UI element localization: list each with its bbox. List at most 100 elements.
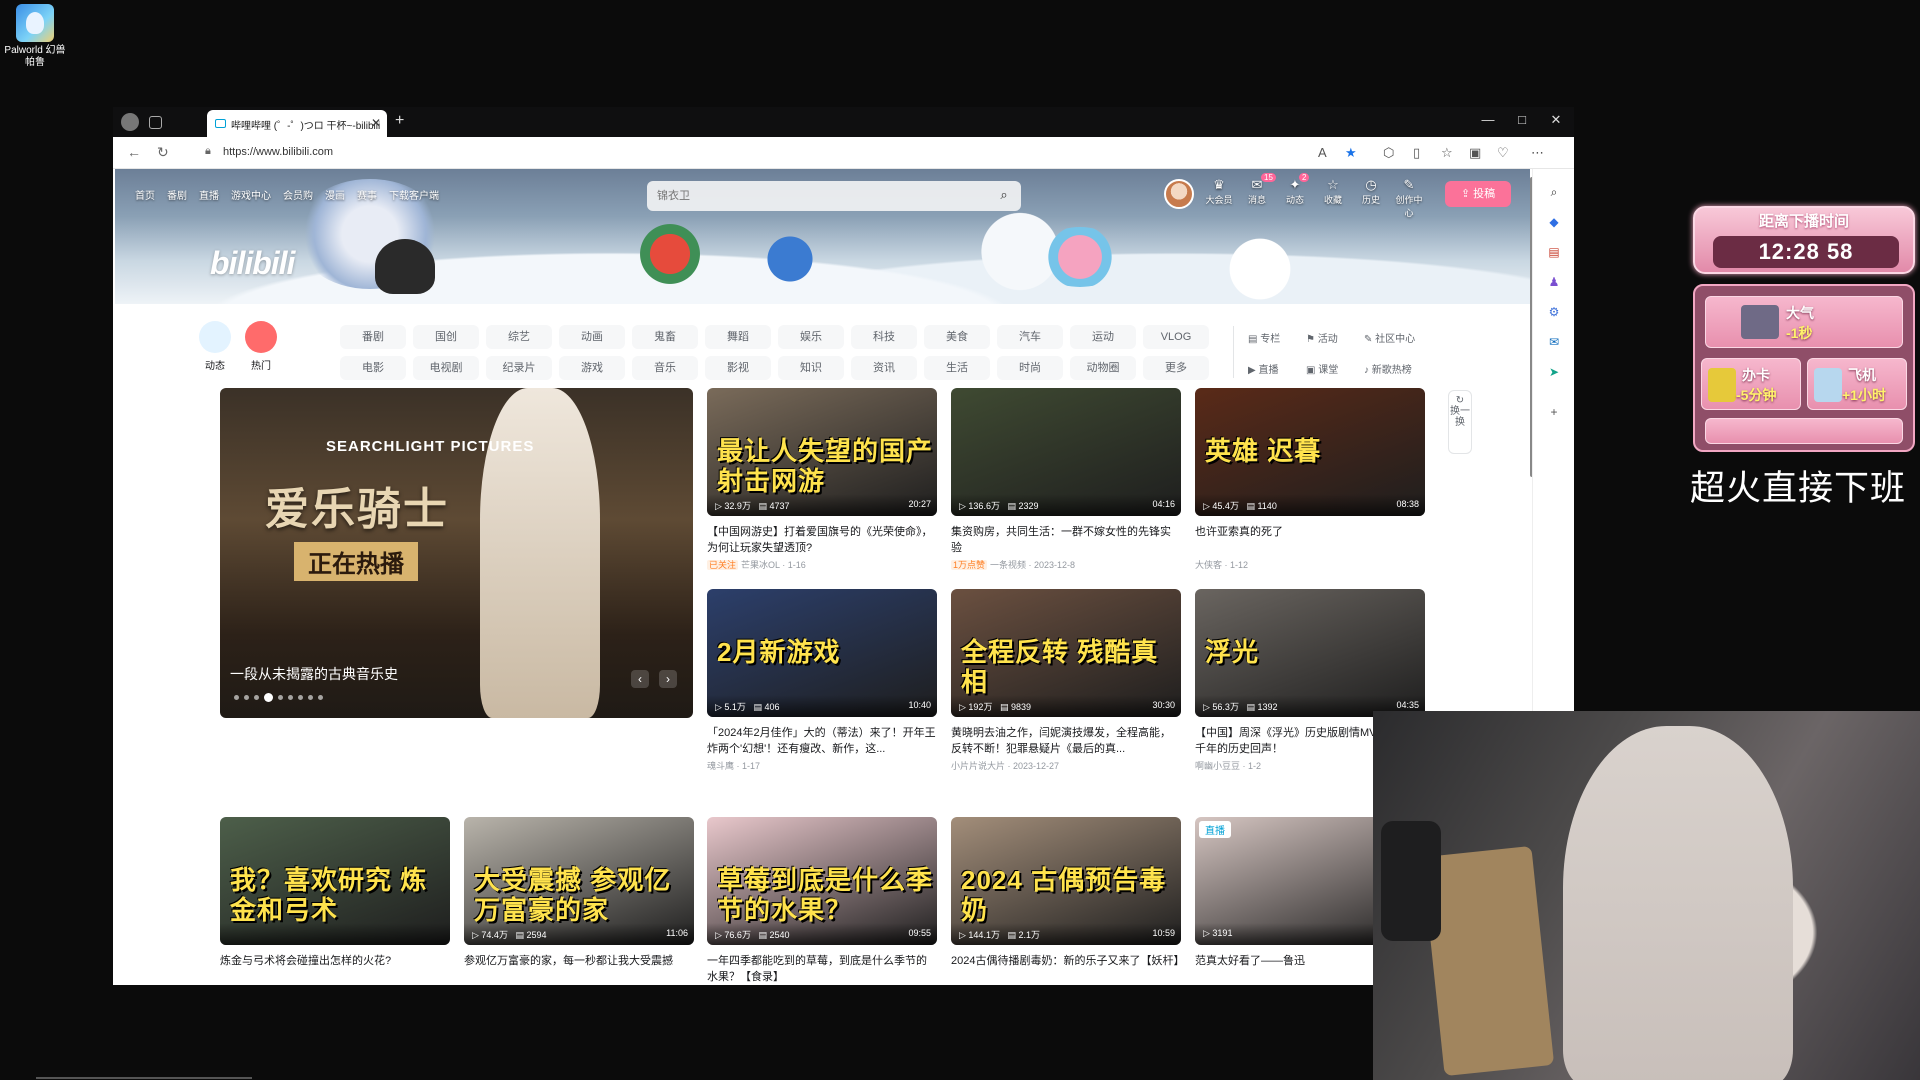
search-input[interactable] bbox=[657, 186, 977, 206]
channel-pill[interactable]: 时尚 bbox=[997, 356, 1063, 380]
channel-side-link[interactable]: ▤ 专栏 bbox=[1248, 330, 1280, 345]
channel-pill[interactable]: 汽车 bbox=[997, 325, 1063, 349]
performance-icon[interactable]: ♡ bbox=[1497, 145, 1509, 161]
carousel-dot[interactable] bbox=[244, 695, 249, 700]
video-uploader-line[interactable]: 大侠客 · 1-12 bbox=[1195, 558, 1425, 571]
search-icon[interactable]: ⌕ bbox=[995, 187, 1013, 205]
right-nav-消息[interactable]: ✉ 消息 15 bbox=[1243, 173, 1276, 219]
channel-pill[interactable]: 娱乐 bbox=[778, 325, 844, 349]
video-card[interactable]: 全程反转 残酷真相 ▷ 192万 ▤ 9839 30:30 黄晓明去油之作，闫妮演技爆… bbox=[951, 589, 1181, 772]
carousel-dot[interactable] bbox=[254, 695, 259, 700]
desktop-icon-palworld[interactable]: Palworld 幻兽帕鲁 bbox=[4, 4, 66, 69]
video-thumbnail[interactable]: 浮光 ▷ 56.3万 ▤ 1392 04:35 bbox=[1195, 589, 1425, 717]
avatar[interactable] bbox=[1164, 179, 1194, 209]
workspaces-icon[interactable] bbox=[149, 116, 162, 129]
top-nav-item[interactable]: 会员购 bbox=[283, 187, 313, 202]
channel-pill[interactable]: 电影 bbox=[340, 356, 406, 380]
channel-pill[interactable]: 运动 bbox=[1070, 325, 1136, 349]
channel-pill[interactable]: 更多 bbox=[1143, 356, 1209, 380]
tools-icon[interactable]: ⚙ bbox=[1545, 303, 1563, 321]
minimize-button[interactable]: — bbox=[1473, 112, 1503, 127]
video-title[interactable]: 参观亿万富豪的家，每一秒都让我大受震撼 bbox=[464, 953, 694, 985]
video-title[interactable]: 也许亚索真的死了 bbox=[1195, 524, 1425, 556]
top-nav-item[interactable]: 游戏中心 bbox=[231, 187, 271, 202]
video-thumbnail[interactable]: 英雄 迟暮 ▷ 45.4万 ▤ 1140 08:38 bbox=[1195, 388, 1425, 516]
video-title[interactable]: 炼金与弓术将会碰撞出怎样的火花? bbox=[220, 953, 450, 985]
refresh-icon[interactable]: ↻ bbox=[157, 144, 169, 161]
channel-pill[interactable]: 鬼畜 bbox=[632, 325, 698, 349]
profile-icon[interactable] bbox=[121, 113, 139, 131]
channel-side-link[interactable]: ⚑ 活动 bbox=[1306, 330, 1338, 345]
carousel-prev-button[interactable]: ‹ bbox=[631, 670, 649, 688]
channel-pill[interactable]: 舞蹈 bbox=[705, 325, 771, 349]
video-card[interactable]: 草莓到底是什么季节的水果？ ▷ 76.6万 ▤ 2540 09:55 一年四季都能吃到… bbox=[707, 817, 937, 985]
channel-pill[interactable]: 电视剧 bbox=[413, 356, 479, 380]
back-icon[interactable]: ← bbox=[127, 144, 141, 160]
video-thumbnail[interactable]: 草莓到底是什么季节的水果？ ▷ 76.6万 ▤ 2540 09:55 bbox=[707, 817, 937, 945]
search-box[interactable]: ⌕ bbox=[647, 181, 1021, 211]
video-card[interactable]: ▷ 136.6万 ▤ 2329 04:16 集资购房，共同生活：一群不嫁女性的先锋实… bbox=[951, 388, 1181, 571]
video-title[interactable]: 【中国网游史】打着爱国旗号的《光荣使命》，为何让玩家失望透顶? bbox=[707, 524, 937, 556]
games-icon[interactable]: ♟ bbox=[1545, 273, 1563, 291]
video-uploader-line[interactable]: 1万点赞 一条视频 · 2023-12-8 bbox=[951, 558, 1181, 571]
search-icon[interactable]: ⌕ bbox=[1545, 183, 1563, 201]
video-title[interactable]: 「2024年2月佳作」大的（蒂法）来了！开年王炸两个'幻想'！还有瘦改、新作，这… bbox=[707, 725, 937, 757]
channel-pill[interactable]: 资讯 bbox=[851, 356, 917, 380]
video-title[interactable]: 黄晓明去油之作，闫妮演技爆发，全程高能，反转不断！犯罪悬疑片《最后的真... bbox=[951, 725, 1181, 757]
channel-pill[interactable]: 国创 bbox=[413, 325, 479, 349]
carousel-dot[interactable] bbox=[298, 695, 303, 700]
collections-icon[interactable]: ▣ bbox=[1469, 145, 1481, 161]
top-nav-item[interactable]: 直播 bbox=[199, 187, 219, 202]
video-title[interactable]: 集资购房，共同生活：一群不嫁女性的先锋实验 bbox=[951, 524, 1181, 556]
channel-pill[interactable]: 番剧 bbox=[340, 325, 406, 349]
channel-side-link[interactable]: ♪ 新歌热榜 bbox=[1364, 361, 1412, 376]
video-title[interactable]: 一年四季都能吃到的草莓，到底是什么季节的水果？【食录】 bbox=[707, 953, 937, 985]
right-nav-历史[interactable]: ◷ 历史 bbox=[1357, 177, 1385, 219]
channel-pill[interactable]: 动物圈 bbox=[1070, 356, 1136, 380]
video-card[interactable]: 我？喜欢研究 炼金和弓术炼金与弓术将会碰撞出怎样的火花? bbox=[220, 817, 450, 985]
video-thumbnail[interactable]: 大受震撼 参观亿万富豪的家 ▷ 74.4万 ▤ 2594 11:06 bbox=[464, 817, 694, 945]
tab-bilibili[interactable]: 哔哩哔哩 (゜-゜)つロ 干杯~-bilibili ✕ bbox=[207, 110, 387, 137]
split-screen-icon[interactable]: ▯ bbox=[1413, 145, 1420, 161]
video-uploader-line[interactable]: 小片片说大片 · 2023-12-27 bbox=[951, 759, 1181, 772]
channel-pill[interactable]: 游戏 bbox=[559, 356, 625, 380]
outlook-icon[interactable]: ✉ bbox=[1545, 333, 1563, 351]
favorite-star-icon[interactable]: ★ bbox=[1345, 145, 1357, 161]
video-uploader-line[interactable]: 已关注 芒果冰OL · 1-16 bbox=[707, 558, 937, 571]
bilibili-logo[interactable]: bilibili bbox=[210, 245, 295, 282]
video-card[interactable]: 最让人失望的国产射击网游 ▷ 32.9万 ▤ 4737 20:27 【中国网游史】打着… bbox=[707, 388, 937, 571]
video-thumbnail[interactable]: 我？喜欢研究 炼金和弓术 bbox=[220, 817, 450, 945]
top-nav-item[interactable]: 漫画 bbox=[325, 187, 345, 202]
channel-pill[interactable]: 影视 bbox=[705, 356, 771, 380]
channel-pill[interactable]: 音乐 bbox=[632, 356, 698, 380]
carousel-dot[interactable] bbox=[318, 695, 323, 700]
video-card[interactable]: 大受震撼 参观亿万富豪的家 ▷ 74.4万 ▤ 2594 11:06 参观亿万富豪的家… bbox=[464, 817, 694, 985]
channel-main-热门[interactable]: 热门 bbox=[239, 321, 283, 372]
right-nav-动态[interactable]: ✦ 动态 2 bbox=[1281, 173, 1310, 219]
lock-icon[interactable]: 🔒︎ bbox=[205, 145, 211, 158]
channel-pill[interactable]: 动画 bbox=[559, 325, 625, 349]
channel-pill[interactable]: 美食 bbox=[924, 325, 990, 349]
url-field[interactable]: https://www.bilibili.com bbox=[223, 146, 333, 158]
channel-side-link[interactable]: ▶ 直播 bbox=[1248, 361, 1278, 376]
channel-pill[interactable]: 纪录片 bbox=[486, 356, 552, 380]
send-icon[interactable]: ➤ bbox=[1545, 363, 1563, 381]
carousel-caption[interactable]: 一段从未揭露的古典音乐史 bbox=[230, 664, 398, 684]
favorites-icon[interactable]: ☆ bbox=[1441, 145, 1453, 161]
right-nav-收藏[interactable]: ☆ 收藏 bbox=[1319, 177, 1347, 219]
video-thumbnail[interactable]: 全程反转 残酷真相 ▷ 192万 ▤ 9839 30:30 bbox=[951, 589, 1181, 717]
copilot-icon[interactable]: ◆ bbox=[1545, 213, 1563, 231]
read-aloud-icon[interactable]: A bbox=[1318, 145, 1327, 160]
extensions-icon[interactable]: ⬡ bbox=[1383, 145, 1394, 161]
settings-more-icon[interactable]: ⋯ bbox=[1531, 145, 1544, 161]
maximize-button[interactable]: □ bbox=[1507, 112, 1537, 127]
top-nav-item[interactable]: 番剧 bbox=[167, 187, 187, 202]
right-nav-大会员[interactable]: ♛ 大会员 bbox=[1205, 177, 1233, 219]
top-nav-item[interactable]: 赛事 bbox=[357, 187, 377, 202]
upload-button[interactable]: ⇪ 投稿 bbox=[1445, 181, 1511, 207]
channel-pill[interactable]: 综艺 bbox=[486, 325, 552, 349]
new-tab-button[interactable]: + bbox=[395, 112, 404, 130]
channel-pill[interactable]: 科技 bbox=[851, 325, 917, 349]
channel-side-link[interactable]: ✎ 社区中心 bbox=[1364, 330, 1415, 345]
carousel-dot[interactable] bbox=[278, 695, 283, 700]
